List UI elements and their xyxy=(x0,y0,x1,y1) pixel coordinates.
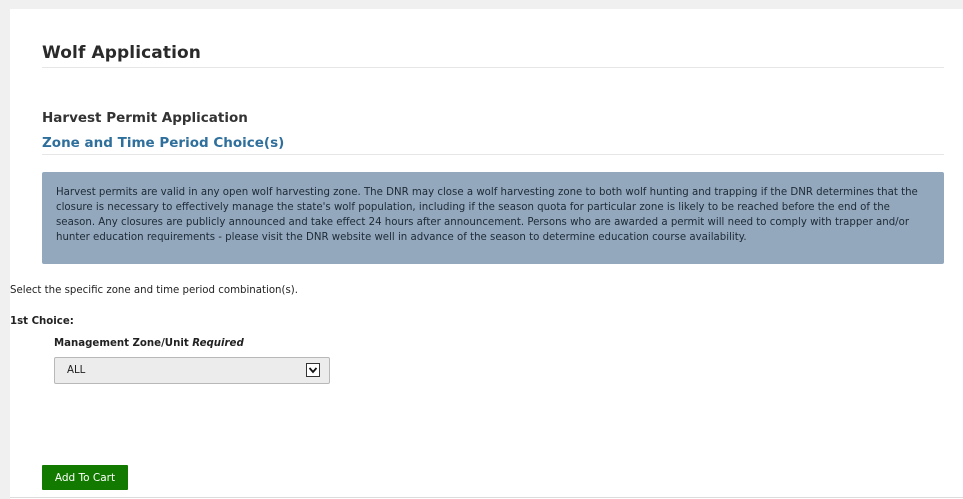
application-panel: Wolf Application Harvest Permit Applicat… xyxy=(10,9,963,499)
title-divider xyxy=(42,67,944,68)
subsection-divider xyxy=(42,154,944,155)
first-choice-label: 1st Choice: xyxy=(10,316,74,327)
required-indicator: Required xyxy=(192,338,244,349)
chevron-down-icon[interactable] xyxy=(306,363,320,377)
add-to-cart-button[interactable]: Add To Cart xyxy=(42,465,128,490)
page-title: Wolf Application xyxy=(42,43,201,63)
management-zone-selected-value: ALL xyxy=(67,365,86,376)
zone-field-label: Management Zone/Unit Required xyxy=(54,338,244,349)
info-notice: Harvest permits are valid in any open wo… xyxy=(42,172,944,264)
instructions-text: Select the specific zone and time period… xyxy=(10,285,299,296)
section-title: Harvest Permit Application xyxy=(42,110,248,126)
management-zone-select[interactable]: ALL xyxy=(54,357,330,384)
bottom-divider xyxy=(10,497,963,498)
zone-field-label-text: Management Zone/Unit xyxy=(54,338,189,349)
subsection-title: Zone and Time Period Choice(s) xyxy=(42,135,285,151)
